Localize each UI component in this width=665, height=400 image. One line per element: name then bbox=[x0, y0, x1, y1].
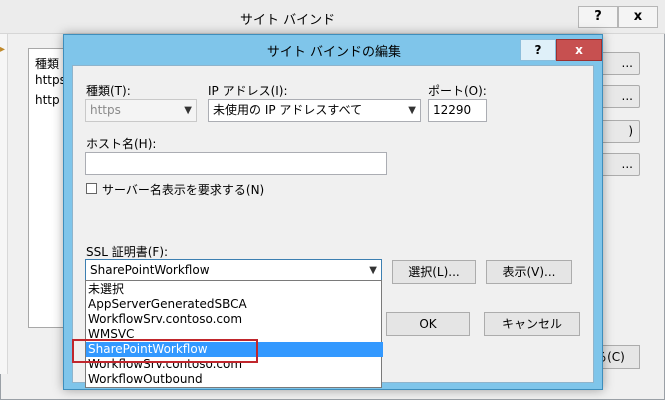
ip-value: 未使用の IP アドレスすべて bbox=[213, 103, 363, 117]
caret-right-icon: ▸ bbox=[0, 44, 6, 55]
dialog-help-button[interactable]: ? bbox=[520, 39, 556, 61]
type-value: https bbox=[90, 103, 121, 117]
outer-close-button[interactable]: x bbox=[618, 6, 658, 28]
dialog-close-button[interactable]: x bbox=[556, 39, 602, 61]
outer-browse-button[interactable]: ... bbox=[598, 153, 640, 176]
ip-address-select[interactable]: 未使用の IP アドレスすべて ▼ bbox=[208, 99, 421, 122]
type-select: https ▼ bbox=[85, 99, 197, 122]
ip-label: IP アドレス(I): bbox=[208, 84, 288, 98]
sni-checkbox[interactable] bbox=[86, 183, 97, 194]
outer-help-button[interactable]: ? bbox=[578, 6, 618, 28]
cancel-button[interactable]: キャンセル bbox=[484, 312, 580, 336]
dropdown-option[interactable]: AppServerGeneratedSBCA bbox=[86, 297, 383, 312]
view-cert-button[interactable]: 表示(V)... bbox=[486, 260, 572, 284]
chevron-down-icon: ▼ bbox=[408, 105, 416, 116]
ssl-cert-label: SSL 証明書(F): bbox=[86, 245, 169, 259]
dropdown-option[interactable]: WorkflowOutbound bbox=[86, 372, 383, 387]
chevron-down-icon: ▼ bbox=[369, 265, 377, 276]
sni-label: サーバー名表示を要求する(N) bbox=[102, 183, 265, 197]
background-app-strip bbox=[0, 34, 8, 374]
list-header-type: 種類 bbox=[35, 57, 60, 71]
outer-edit-button[interactable]: ... bbox=[598, 85, 640, 108]
port-label: ポート(O): bbox=[428, 84, 487, 98]
list-item[interactable]: https bbox=[35, 73, 66, 87]
dropdown-option[interactable]: 未選択 bbox=[86, 282, 383, 297]
ok-button[interactable]: OK bbox=[386, 312, 470, 336]
port-input[interactable]: 12290 bbox=[428, 99, 487, 122]
ssl-cert-select[interactable]: SharePointWorkflow ▼ bbox=[85, 259, 382, 282]
list-item[interactable]: http bbox=[35, 93, 60, 107]
outer-title: サイト バインド bbox=[240, 13, 336, 28]
ssl-cert-dropdown-list[interactable]: 未選択 AppServerGeneratedSBCA WorkflowSrv.c… bbox=[85, 280, 383, 388]
chevron-down-icon: ▼ bbox=[184, 105, 192, 116]
select-cert-button[interactable]: 選択(L)... bbox=[392, 260, 476, 284]
outer-titlebar: サイト バインド ? x bbox=[0, 0, 665, 34]
dropdown-option[interactable]: WorkflowSrv.contoso.com bbox=[86, 312, 383, 327]
annotation-highlight-box bbox=[72, 339, 258, 363]
outer-remove-button[interactable]: ) bbox=[598, 120, 640, 143]
host-label: ホスト名(H): bbox=[86, 137, 157, 151]
ssl-cert-value: SharePointWorkflow bbox=[90, 263, 210, 277]
outer-add-button[interactable]: ... bbox=[598, 52, 640, 75]
type-label: 種類(T): bbox=[86, 84, 131, 98]
host-name-input[interactable] bbox=[85, 152, 387, 175]
